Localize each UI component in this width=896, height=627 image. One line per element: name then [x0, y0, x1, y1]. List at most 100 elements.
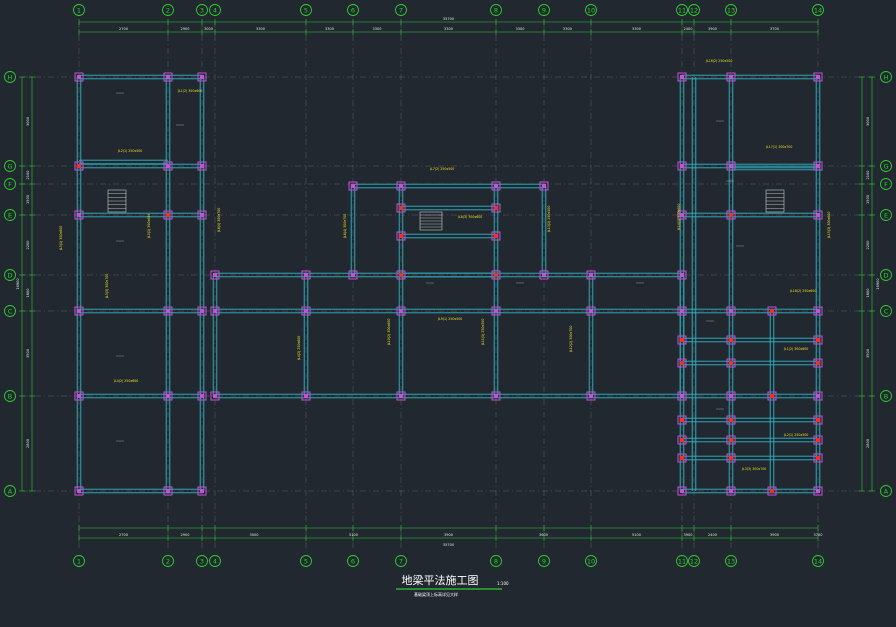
column-core [729, 418, 733, 422]
bottom-span-label: 2700 [119, 533, 128, 537]
axis-bubble: 4 [209, 555, 221, 567]
axis-bubble: 9 [538, 555, 550, 567]
axis-label: 14 [814, 557, 822, 565]
column-core [729, 164, 733, 168]
top-span-label: 2900 [181, 27, 190, 31]
column-core [589, 273, 593, 277]
beam-label: JL16(2) 250x500 [705, 59, 732, 63]
right-span-label: 2800 [866, 439, 870, 448]
column-core [816, 456, 820, 460]
top-span-label: 3300 [516, 27, 525, 31]
column-core [494, 394, 498, 398]
axis-label: 2 [166, 6, 170, 14]
axis-bubble: 3 [196, 555, 208, 567]
column-core [816, 489, 820, 493]
column-core [213, 394, 217, 398]
axis-bubble: 5 [300, 4, 312, 16]
column-core [213, 273, 217, 277]
column-core [816, 213, 820, 217]
column-core [77, 489, 81, 493]
bottom-span-label: 3900 [444, 533, 453, 537]
axis-bubble: F [880, 178, 892, 190]
bay-notes [116, 92, 744, 442]
bottom-span-label: 2400 [708, 533, 717, 537]
column-core [729, 75, 733, 79]
bottom-span-label: 3600 [539, 533, 548, 537]
column-core [542, 184, 546, 188]
axis-label: 4 [213, 557, 217, 565]
axis-bubble: A [4, 485, 16, 497]
column-core [816, 394, 820, 398]
column-core [200, 164, 204, 168]
column-core [304, 273, 308, 277]
axis-label: 9 [542, 6, 546, 14]
axis-label: F [884, 180, 888, 188]
axis-label: H [884, 73, 889, 81]
columns [74, 72, 823, 496]
beam-label: JL5(1) 300x600 [147, 214, 151, 239]
column-core [680, 418, 684, 422]
axis-label: C [884, 307, 889, 315]
left-span-label: 2800 [26, 439, 30, 448]
beam-label: JL2(1) 250x500 [117, 149, 142, 153]
top-span-label: 3700 [770, 27, 779, 31]
beam-label: JL8(3) 300x600 [457, 215, 482, 219]
axis-label: 5 [304, 6, 308, 14]
column-core [399, 206, 403, 210]
column-core [166, 213, 170, 217]
axis-bubble: 4 [209, 4, 221, 16]
bottom-span-label: 3900 [684, 533, 693, 537]
axis-bubble: H [880, 71, 892, 83]
foundation-beam-plan: 2700 2900 3000 3300 3300 3300 3300 3300 3300 3300… [4, 4, 892, 597]
axis-label: A [8, 487, 13, 495]
axis-bubble: 13 [725, 555, 737, 567]
axis-label: 1 [77, 557, 81, 565]
axis-label: 5 [304, 557, 308, 565]
beam-label: JL5(1) 300x600 [59, 226, 63, 251]
beam-annotations: JL1(2) 300x600 JL2(1) 250x500 JL3(3) 300x7… [59, 59, 831, 471]
column-core [166, 309, 170, 313]
column-core [494, 273, 498, 277]
axis-bubble: 7 [395, 555, 407, 567]
column-core [77, 164, 81, 168]
axis-label: 7 [399, 6, 403, 14]
axis-bubble: 14 [812, 4, 824, 16]
axis-bubble: 7 [395, 4, 407, 16]
top-total-label: 35700 [443, 17, 454, 21]
column-core [680, 273, 684, 277]
axis-bubble: 12 [688, 555, 700, 567]
column-core [729, 213, 733, 217]
bottom-span-label: 3700 [814, 533, 823, 537]
beam-label: JL12(2) 300x700 [569, 326, 573, 353]
axis-bubble: 2 [162, 4, 174, 16]
beam-label: JL14(1) 300x600 [677, 204, 681, 231]
column-core [729, 489, 733, 493]
axis-bubble: 14 [812, 555, 824, 567]
cad-drawing-canvas[interactable]: 2700 2900 3000 3300 3300 3300 3300 3300 3300 3300… [0, 0, 896, 623]
axis-label: 12 [690, 6, 698, 14]
left-span-label: 3500 [26, 349, 30, 358]
top-span-label: 3900 [708, 27, 717, 31]
top-span-label: 3300 [373, 27, 382, 31]
axis-label: 8 [494, 6, 498, 14]
beam-label: JL13(2) 250x500 [547, 206, 551, 233]
column-core [680, 361, 684, 365]
column-core [351, 184, 355, 188]
axis-label: G [883, 162, 888, 170]
axis-bubble: 13 [725, 4, 737, 16]
column-core [166, 164, 170, 168]
top-span-label: 3300 [325, 27, 334, 31]
beam-label: JL17(1) 300x700 [765, 145, 792, 149]
axis-label: 11 [678, 557, 686, 565]
column-core [816, 361, 820, 365]
column-core [729, 361, 733, 365]
left-span-label: 2200 [26, 241, 30, 250]
column-core [494, 309, 498, 313]
axis-bubble: 1 [73, 555, 85, 567]
column-core [770, 489, 774, 493]
axis-label: H [8, 73, 13, 81]
bottom-span-label: 3900 [770, 533, 779, 537]
column-core [680, 489, 684, 493]
column-core [77, 75, 81, 79]
axis-label: 4 [213, 6, 217, 14]
